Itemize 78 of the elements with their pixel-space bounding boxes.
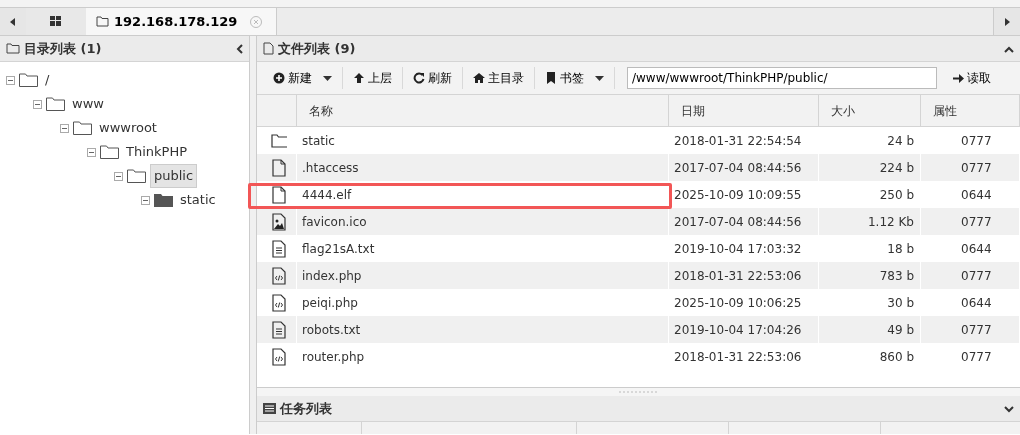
file-name[interactable]: index.php [297, 262, 669, 289]
tree-item[interactable]: wwwroot [96, 117, 160, 139]
table-cell: 2018-01-31 22:53:06 [669, 262, 819, 289]
file-name[interactable]: robots.txt [297, 316, 669, 343]
panel-title: 任务列表 [280, 399, 332, 418]
list-icon [263, 403, 276, 414]
scroll-right-button[interactable] [993, 8, 1020, 35]
plus-icon [273, 72, 285, 84]
tree-item[interactable]: public [150, 164, 198, 188]
arrow-right-icon [953, 72, 964, 84]
table-cell: 2017-07-04 08:44:56 [669, 208, 819, 235]
tab[interactable]: 192.168.178.129 [86, 8, 277, 35]
table-cell: 2019-10-04 17:04:26 [669, 316, 819, 343]
file-name[interactable]: router.php [297, 343, 669, 370]
collapse-toggle-icon [114, 171, 123, 181]
collapse-toggle-icon [141, 195, 150, 205]
tab[interactable] [26, 8, 86, 35]
file-icon [271, 185, 287, 204]
column-header[interactable]: 日期 [669, 95, 819, 126]
refresh-icon [413, 72, 425, 84]
panel-title: 目录列表 (1) [24, 39, 102, 58]
toolbar-button[interactable]: 刷新 [403, 67, 463, 89]
arrow-up-icon [353, 72, 365, 84]
table-cell: 49 b [819, 316, 921, 343]
column-header[interactable]: 名称 [297, 95, 669, 126]
column-header[interactable]: 大小 [819, 95, 921, 126]
scroll-left-button[interactable] [0, 8, 26, 35]
table-cell: 2018-01-31 22:53:06 [669, 343, 819, 370]
toolbar-button[interactable]: 主目录 [463, 67, 535, 89]
image-file-icon [271, 212, 287, 231]
table-cell: 0777 [921, 208, 1020, 235]
file-name[interactable]: 4444.elf [297, 181, 669, 208]
chevron-down-icon [1004, 405, 1014, 413]
code-file-icon [271, 347, 287, 366]
chevron-up-icon [1004, 45, 1014, 53]
caret-left-icon [10, 17, 16, 26]
folder-icon [271, 131, 287, 150]
grid-icon [50, 16, 62, 27]
table-cell: 860 b [819, 343, 921, 370]
toolbar-button[interactable]: 上层 [343, 67, 403, 89]
file-name[interactable]: .htaccess [297, 154, 669, 181]
toolbar-button[interactable]: 新建 [263, 67, 343, 89]
file-name[interactable]: favicon.ico [297, 208, 669, 235]
folder-icon [6, 43, 20, 54]
file-icon [271, 158, 287, 177]
table-cell: 0777 [921, 154, 1020, 181]
home-icon [473, 72, 485, 84]
table-cell: 2017-07-04 08:44:56 [669, 154, 819, 181]
tree-item[interactable]: www [69, 93, 107, 115]
tree-item[interactable]: / [42, 69, 53, 91]
resize-handle[interactable] [257, 388, 1020, 396]
folder-icon [96, 16, 109, 27]
collapse-toggle-icon [6, 75, 15, 85]
panel-title: 文件列表 (9) [278, 39, 356, 58]
collapse-toggle-icon [60, 123, 69, 133]
file-icon [263, 42, 274, 55]
caret-right-icon [1004, 17, 1010, 26]
column-header[interactable]: 属性 [921, 95, 1020, 126]
path-field[interactable]: /www/wwwroot/ThinkPHP/public/ [627, 67, 937, 89]
read-button[interactable]: 读取 [943, 67, 1001, 89]
tree-item[interactable]: ThinkPHP [123, 141, 190, 163]
table-cell: 0777 [921, 316, 1020, 343]
table-cell: 1.12 Kb [819, 208, 921, 235]
table-cell: 0777 [921, 343, 1020, 370]
tree-item[interactable]: static [177, 189, 219, 211]
code-file-icon [271, 293, 287, 312]
splitter-bar[interactable] [250, 36, 257, 434]
collapse-toggle-icon [87, 147, 96, 157]
bookmark-icon [545, 72, 557, 84]
chevron-left-icon [236, 44, 243, 55]
text-file-icon [271, 320, 287, 339]
collapse-toggle-icon [33, 99, 42, 109]
table-cell: 0777 [921, 262, 1020, 289]
table-cell: 224 b [819, 154, 921, 181]
code-file-icon [271, 266, 287, 285]
text-file-icon [271, 239, 287, 258]
toolbar-button[interactable]: 书签 [535, 67, 615, 89]
table-cell: 783 b [819, 262, 921, 289]
